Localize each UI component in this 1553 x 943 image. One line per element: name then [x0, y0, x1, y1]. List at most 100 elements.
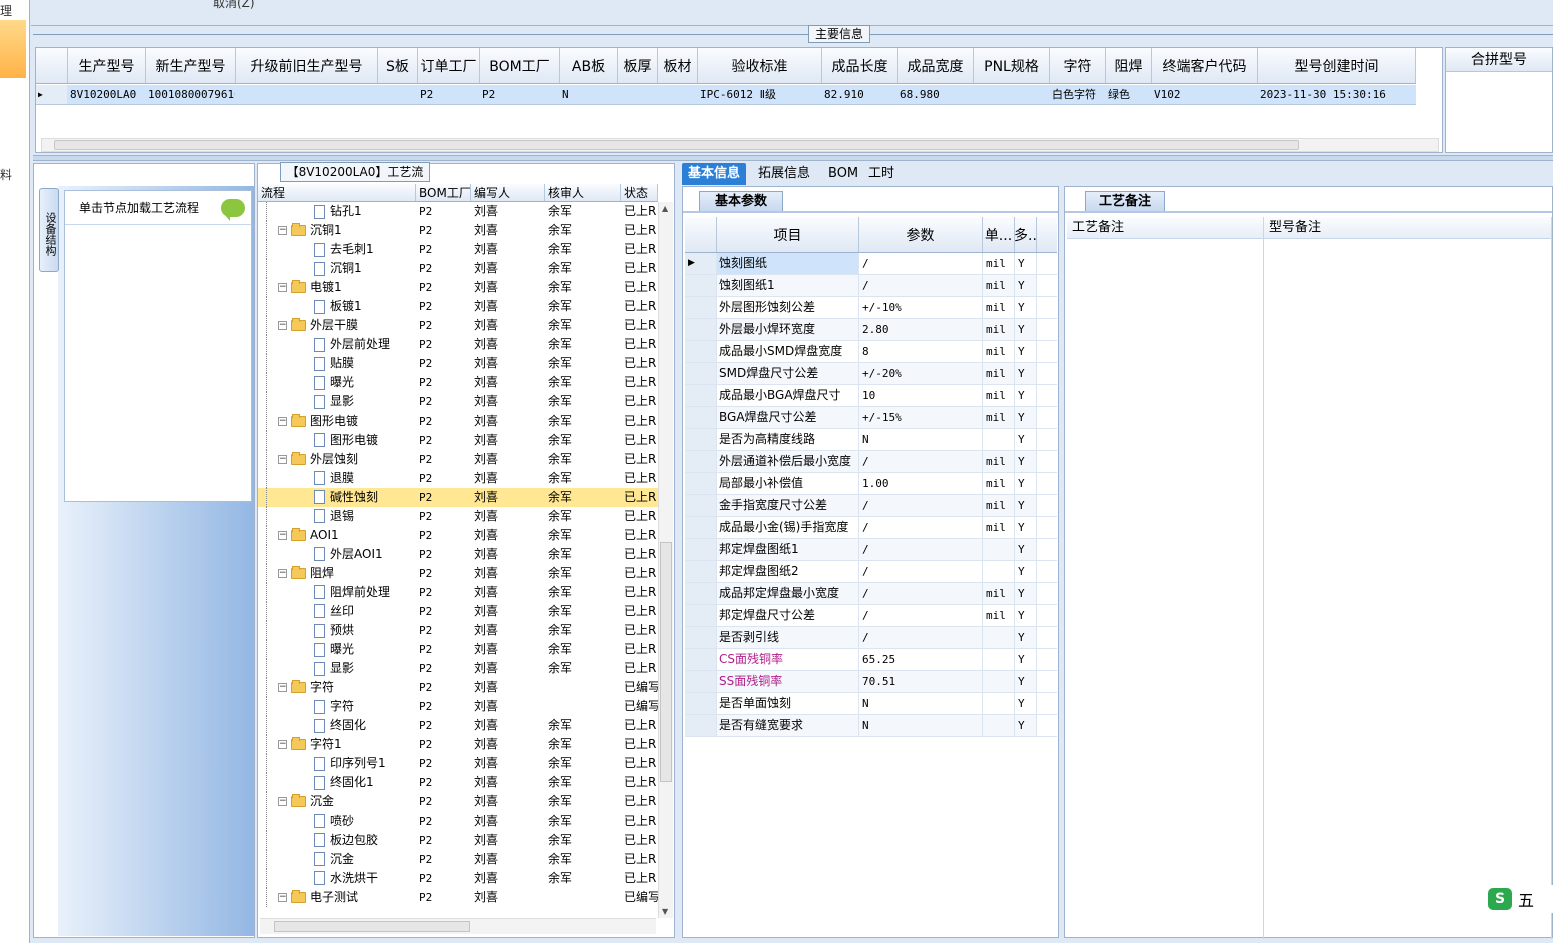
- tree-node[interactable]: 显影: [258, 392, 416, 412]
- tree-col-header[interactable]: 核审人: [545, 184, 621, 201]
- tab-1[interactable]: 拓展信息: [752, 163, 816, 185]
- tree-node[interactable]: 曝光: [258, 373, 416, 393]
- param-flag[interactable]: Y: [1015, 473, 1037, 494]
- params-row[interactable]: SS面残铜率 70.51 Y: [685, 671, 1057, 693]
- param-value[interactable]: 1.00: [859, 473, 983, 494]
- param-flag[interactable]: Y: [1015, 363, 1037, 384]
- params-row[interactable]: CS面残铜率 65.25 Y: [685, 649, 1057, 671]
- param-value[interactable]: N: [859, 693, 983, 714]
- process-tree[interactable]: 钻孔1 P2 刘喜 余军 已上R − 沉铜1 P2 刘喜 余军 已上R 去毛刺1 P2 刘喜 余军 已上R 沉铜…: [258, 202, 658, 918]
- process-notes-caption[interactable]: 工艺备注: [1085, 191, 1165, 211]
- param-unit[interactable]: mil: [983, 297, 1015, 318]
- params-row[interactable]: 成品邦定焊盘最小宽度 / mil Y: [685, 583, 1057, 605]
- tree-node[interactable]: 外层前处理: [258, 335, 416, 355]
- tab-0[interactable]: 基本信息: [682, 163, 747, 185]
- param-unit[interactable]: mil: [983, 605, 1015, 626]
- param-flag[interactable]: Y: [1015, 451, 1037, 472]
- param-value[interactable]: 65.25: [859, 649, 983, 670]
- params-row[interactable]: 邦定焊盘尺寸公差 / mil Y: [685, 605, 1057, 627]
- param-value[interactable]: /: [859, 539, 983, 560]
- main-grid-hscrollbar[interactable]: [41, 138, 1439, 152]
- tree-node[interactable]: 水洗烘干: [258, 868, 416, 888]
- param-flag[interactable]: Y: [1015, 649, 1037, 670]
- tree-row[interactable]: − AOI1 P2 刘喜 余军 已上R: [258, 525, 658, 545]
- tree-node[interactable]: 丝印: [258, 601, 416, 621]
- param-unit[interactable]: mil: [983, 473, 1015, 494]
- main-col-header[interactable]: 成品宽度: [898, 48, 974, 83]
- param-value[interactable]: /: [859, 253, 983, 274]
- collapse-icon[interactable]: −: [278, 416, 287, 426]
- params-col-header[interactable]: 多..: [1015, 217, 1037, 252]
- param-value[interactable]: /: [859, 495, 983, 516]
- tree-row[interactable]: 退膜 P2 刘喜 余军 已上R: [258, 468, 658, 488]
- param-flag[interactable]: Y: [1015, 583, 1037, 604]
- param-value[interactable]: 8: [859, 341, 983, 362]
- tree-row[interactable]: 外层前处理 P2 刘喜 余军 已上R: [258, 335, 658, 355]
- main-col-header[interactable]: 订单工厂: [418, 48, 480, 83]
- tree-node[interactable]: − 图形电镀: [258, 411, 416, 431]
- tree-node[interactable]: 沉金: [258, 849, 416, 869]
- params-row[interactable]: ▶ 蚀刻图纸 / mil Y: [685, 253, 1057, 275]
- main-col-header[interactable]: 升级前旧生产型号: [236, 48, 378, 83]
- tree-row[interactable]: 去毛刺1 P2 刘喜 余军 已上R: [258, 240, 658, 260]
- param-flag[interactable]: Y: [1015, 385, 1037, 406]
- main-cell[interactable]: [378, 85, 418, 104]
- main-cell[interactable]: IPC-6012 Ⅱ级: [698, 85, 822, 104]
- param-unit[interactable]: mil: [983, 451, 1015, 472]
- param-value[interactable]: 10: [859, 385, 983, 406]
- main-cell[interactable]: [658, 85, 698, 104]
- params-row[interactable]: 是否单面蚀刻 N Y: [685, 693, 1057, 715]
- param-flag[interactable]: Y: [1015, 561, 1037, 582]
- tree-row[interactable]: 板镀1 P2 刘喜 余军 已上R: [258, 297, 658, 317]
- tree-node[interactable]: 终固化1: [258, 773, 416, 793]
- collapse-icon[interactable]: −: [278, 530, 287, 540]
- params-row[interactable]: 外层最小焊环宽度 2.80 mil Y: [685, 319, 1057, 341]
- basic-params-grid[interactable]: 项目 参数 单... 多.. ▶ 蚀刻图纸 / mil Y 蚀刻图纸1/mil Y 外层图形蚀刻公差…: [685, 217, 1057, 737]
- param-flag[interactable]: Y: [1015, 319, 1037, 340]
- param-flag[interactable]: Y: [1015, 517, 1037, 538]
- tree-row[interactable]: 曝光 P2 刘喜 余军 已上R: [258, 640, 658, 660]
- tree-row[interactable]: 字符 P2 刘喜 已编写: [258, 697, 658, 717]
- horizontal-splitter[interactable]: [33, 155, 1553, 161]
- param-value[interactable]: /: [859, 275, 983, 296]
- left-strip-label-mid[interactable]: 料: [0, 166, 12, 183]
- tree-col-header[interactable]: 流程: [258, 184, 416, 201]
- param-flag[interactable]: Y: [1015, 495, 1037, 516]
- main-cell[interactable]: N: [560, 85, 618, 104]
- tree-node[interactable]: 印序列号1: [258, 754, 416, 774]
- param-value[interactable]: /: [859, 627, 983, 648]
- param-unit[interactable]: mil: [983, 517, 1015, 538]
- tree-node[interactable]: − 沉铜1: [258, 221, 416, 241]
- main-cell[interactable]: P2: [418, 85, 480, 104]
- collapse-icon[interactable]: −: [278, 454, 287, 464]
- main-col-header[interactable]: 板厚: [618, 48, 658, 83]
- collapse-icon[interactable]: −: [278, 797, 287, 807]
- tree-row[interactable]: − 沉金 P2 刘喜 余军 已上R: [258, 792, 658, 812]
- params-body[interactable]: ▶ 蚀刻图纸 / mil Y 蚀刻图纸1/mil Y 外层图形蚀刻公差 +/-10% mil Y 外层…: [685, 253, 1057, 737]
- main-cell[interactable]: 2023-11-30 15:30:16: [1258, 85, 1416, 104]
- param-unit[interactable]: [983, 715, 1015, 736]
- param-value[interactable]: N: [859, 429, 983, 450]
- left-nav-active-item[interactable]: [0, 20, 26, 78]
- tree-node[interactable]: 退膜: [258, 468, 416, 488]
- tree-node[interactable]: 贴膜: [258, 354, 416, 374]
- tree-row[interactable]: 喷砂 P2 刘喜 余军 已上R: [258, 811, 658, 831]
- main-col-header[interactable]: BOM工厂: [480, 48, 560, 83]
- tree-col-header[interactable]: BOM工厂: [416, 184, 471, 201]
- main-col-header[interactable]: S板: [378, 48, 418, 83]
- params-row[interactable]: 蚀刻图纸1/mil Y: [685, 275, 1057, 297]
- process-notes-field[interactable]: [1067, 239, 1264, 939]
- tree-node[interactable]: 沉铜1: [258, 259, 416, 279]
- tree-node[interactable]: 图形电镀: [258, 430, 416, 450]
- tree-row[interactable]: 板边包胶 P2 刘喜 余军 已上R: [258, 830, 658, 850]
- tree-node[interactable]: 退锡: [258, 506, 416, 526]
- main-cell[interactable]: P2: [480, 85, 560, 104]
- main-col-header[interactable]: 阻焊: [1106, 48, 1152, 83]
- param-unit[interactable]: mil: [983, 583, 1015, 604]
- tree-node[interactable]: − 字符1: [258, 735, 416, 755]
- params-row[interactable]: 外层图形蚀刻公差 +/-10% mil Y: [685, 297, 1057, 319]
- collapse-icon[interactable]: −: [278, 283, 287, 293]
- param-value[interactable]: N: [859, 715, 983, 736]
- param-unit[interactable]: mil: [983, 253, 1015, 274]
- tab-3[interactable]: 工时: [862, 163, 900, 185]
